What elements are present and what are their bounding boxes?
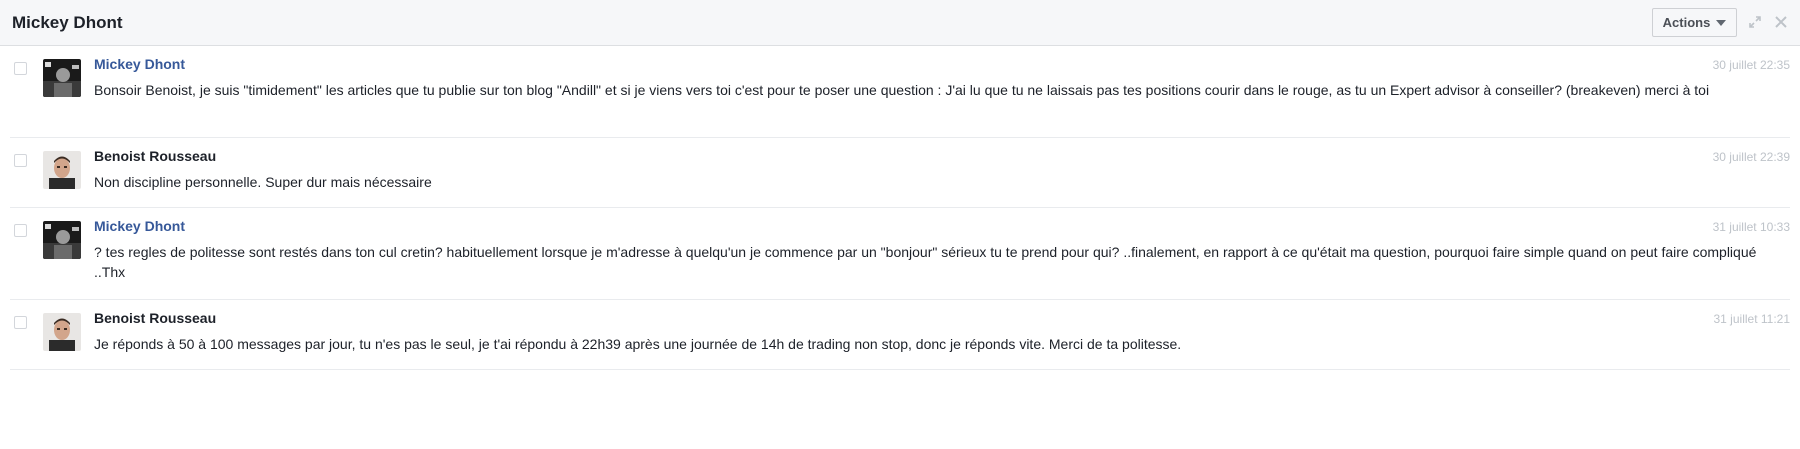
message-row: Mickey Dhont 31 juillet 10:33 ? tes regl…	[10, 208, 1790, 300]
expand-icon[interactable]	[1748, 15, 1762, 29]
close-icon[interactable]	[1774, 15, 1788, 29]
message-timestamp: 30 juillet 22:35	[1712, 58, 1790, 72]
actions-label: Actions	[1662, 15, 1711, 30]
avatar[interactable]	[43, 59, 81, 97]
avatar[interactable]	[43, 151, 81, 189]
avatar[interactable]	[43, 313, 81, 351]
message-text: Non discipline personnelle. Super dur ma…	[94, 174, 432, 190]
message-author[interactable]: Mickey Dhont	[94, 218, 185, 234]
message-text: ? tes regles de politesse sont restés da…	[94, 244, 1757, 280]
message-text: Je réponds à 50 à 100 messages par jour,…	[94, 336, 1182, 352]
message-row: Benoist Rousseau 30 juillet 22:39 Non di…	[10, 138, 1790, 208]
message-checkbox[interactable]	[14, 224, 27, 237]
message-row: Benoist Rousseau 31 juillet 11:21 Je rép…	[10, 300, 1790, 370]
message-author[interactable]: Mickey Dhont	[94, 56, 185, 72]
avatar[interactable]	[43, 221, 81, 259]
message-author[interactable]: Benoist Rousseau	[94, 148, 216, 164]
message-author[interactable]: Benoist Rousseau	[94, 310, 216, 326]
conversation-header: Mickey Dhont Actions	[0, 0, 1800, 46]
message-timestamp: 31 juillet 11:21	[1713, 312, 1791, 326]
message-row: Mickey Dhont 30 juillet 22:35 Bonsoir Be…	[10, 46, 1790, 138]
conversation-title: Mickey Dhont	[12, 13, 123, 32]
message-checkbox[interactable]	[14, 62, 27, 75]
actions-button[interactable]: Actions	[1652, 8, 1737, 37]
message-checkbox[interactable]	[14, 316, 27, 329]
message-timestamp: 31 juillet 10:33	[1712, 220, 1790, 234]
caret-down-icon	[1716, 19, 1727, 26]
message-checkbox[interactable]	[14, 154, 27, 167]
message-text: Bonsoir Benoist, je suis "timidement" le…	[94, 82, 1710, 98]
message-timestamp: 30 juillet 22:39	[1712, 150, 1790, 164]
